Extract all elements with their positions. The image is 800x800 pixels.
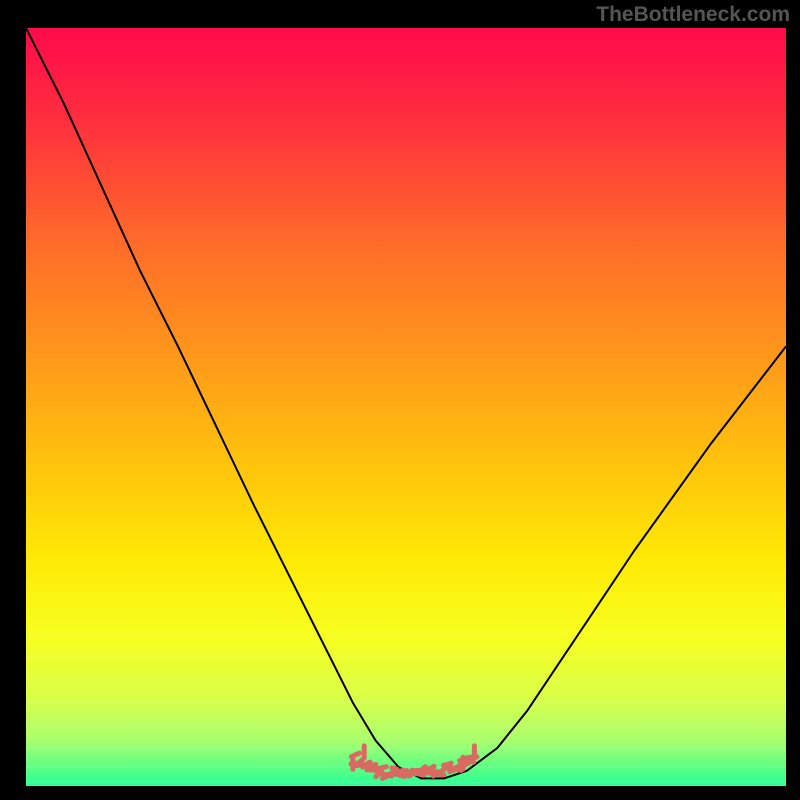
bottleneck-chart (0, 0, 800, 800)
chart-container: TheBottleneck.com (0, 0, 800, 800)
gradient-background (26, 28, 786, 786)
watermark-text: TheBottleneck.com (596, 3, 790, 27)
